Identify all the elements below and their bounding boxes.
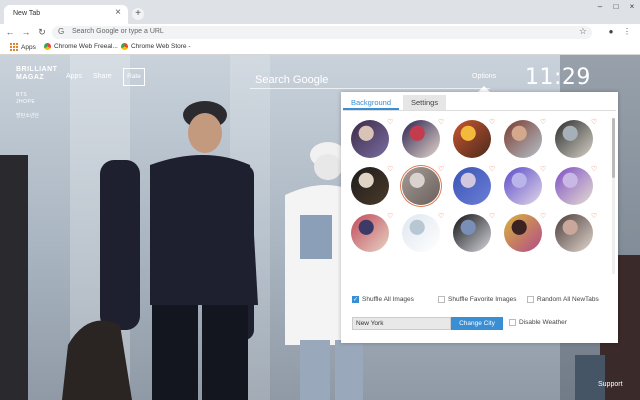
background-thumbnail[interactable]: [402, 214, 440, 252]
background-thumbnail[interactable]: [402, 167, 440, 205]
menu-kebab-icon[interactable]: ⋮: [622, 27, 632, 37]
brand-subtitle: BTS: [16, 92, 28, 98]
background-thumbnail[interactable]: [351, 214, 389, 252]
background-thumbnail[interactable]: [555, 120, 593, 158]
brand-subtitle-2: JHOPE: [16, 99, 36, 105]
close-window-icon[interactable]: ×: [624, 0, 640, 14]
favorite-heart-icon[interactable]: ♡: [489, 165, 495, 173]
brand-korean-text: 방탄소년단: [16, 113, 40, 119]
tab-settings[interactable]: Settings: [403, 95, 447, 110]
options-panel: Background Settings ♡ ♡ ♡ ♡ ♡ ♡ ♡ ♡ ♡ ♡ ♡ ♡ ♡ ♡ ♡ ✓ Sh…: [341, 92, 618, 343]
favorite-heart-icon[interactable]: ♡: [387, 165, 393, 173]
favorite-heart-icon[interactable]: ♡: [489, 118, 495, 126]
chrome-web-store-icon: [44, 43, 51, 50]
search-placeholder: Search Google: [255, 74, 329, 86]
apps-link[interactable]: Apps: [66, 73, 82, 80]
back-arrow-icon[interactable]: ←: [4, 26, 16, 38]
background-thumbnail[interactable]: [351, 167, 389, 205]
shuffle-favorite-option[interactable]: Shuffle Favorite Images: [438, 296, 517, 303]
rate-button[interactable]: Rate: [123, 68, 145, 86]
tab-background[interactable]: Background: [343, 95, 400, 110]
address-bar-placeholder: Search Google or type a URL: [72, 28, 164, 35]
favorite-heart-icon[interactable]: ♡: [387, 212, 393, 220]
checkbox-label: Shuffle All Images: [362, 296, 414, 303]
disable-weather-checkbox[interactable]: [509, 319, 516, 326]
favorite-heart-icon[interactable]: ♡: [591, 212, 597, 220]
new-tab-page: BRILLIANT MAGAZ BTS JHOPE 방탄소년단 Apps Sha…: [0, 55, 640, 400]
favorite-heart-icon[interactable]: ♡: [438, 212, 444, 220]
background-thumbnail[interactable]: [504, 167, 542, 205]
background-thumbnail[interactable]: [453, 120, 491, 158]
change-city-button[interactable]: Change City: [451, 317, 503, 330]
bookmark-chrome-web-store[interactable]: Chrome Web Store -: [121, 43, 190, 50]
favorite-heart-icon[interactable]: ♡: [540, 118, 546, 126]
shuffle-all-option[interactable]: ✓ Shuffle All Images: [352, 296, 414, 303]
background-thumbnail[interactable]: [504, 214, 542, 252]
random-newtabs-option[interactable]: Random All NewTabs: [527, 296, 599, 303]
window-controls: – □ ×: [592, 0, 640, 14]
brand-logo: BRILLIANT MAGAZ: [16, 66, 58, 81]
background-thumbnail[interactable]: [402, 120, 440, 158]
options-link[interactable]: Options: [472, 73, 496, 80]
background-thumbnail[interactable]: [351, 120, 389, 158]
profile-avatar-icon[interactable]: ●: [606, 27, 616, 37]
scrollbar-thumb[interactable]: [612, 118, 615, 178]
background-thumbnail[interactable]: [453, 214, 491, 252]
random-newtabs-checkbox[interactable]: [527, 296, 534, 303]
apps-grid-icon: [10, 43, 18, 51]
background-thumbnail[interactable]: [555, 214, 593, 252]
tab-close-icon[interactable]: ×: [115, 8, 121, 18]
favorite-heart-icon[interactable]: ♡: [591, 118, 597, 126]
favorite-heart-icon[interactable]: ♡: [591, 165, 597, 173]
bookmark-star-icon[interactable]: ☆: [579, 26, 587, 37]
city-input[interactable]: New York: [352, 317, 451, 330]
maximize-icon[interactable]: □: [608, 0, 624, 14]
browser-toolbar: ← → ↻ G Search Google or type a URL ☆ ● …: [0, 24, 640, 41]
shuffle-all-checkbox[interactable]: ✓: [352, 296, 359, 303]
background-thumbnail[interactable]: [453, 167, 491, 205]
forward-arrow-icon[interactable]: →: [20, 26, 32, 38]
favorite-heart-icon[interactable]: ♡: [438, 118, 444, 126]
checkbox-label: Disable Weather: [519, 319, 567, 326]
background-thumbnail[interactable]: [555, 167, 593, 205]
bookmark-label: Chrome Web Freeal...: [54, 43, 118, 50]
bookmark-label: Chrome Web Store -: [131, 43, 191, 50]
address-bar[interactable]: G Search Google or type a URL ☆: [52, 26, 592, 39]
disable-weather-option[interactable]: Disable Weather: [509, 319, 567, 326]
favorite-heart-icon[interactable]: ♡: [438, 165, 444, 173]
favorite-heart-icon[interactable]: ♡: [540, 165, 546, 173]
checkbox-label: Shuffle Favorite Images: [448, 296, 517, 303]
background-thumbnail[interactable]: [504, 120, 542, 158]
shuffle-favorite-checkbox[interactable]: [438, 296, 445, 303]
chrome-web-store-icon: [121, 43, 128, 50]
bookmarks-bar: Apps Chrome Web Freeal... Chrome Web Sto…: [0, 41, 640, 55]
favorite-heart-icon[interactable]: ♡: [540, 212, 546, 220]
browser-title-bar: New Tab × + – □ ×: [0, 0, 640, 24]
share-link[interactable]: Share: [93, 73, 112, 80]
clock: 11:29: [525, 65, 591, 90]
browser-tab[interactable]: New Tab ×: [4, 5, 128, 24]
checkbox-label: Random All NewTabs: [537, 296, 599, 303]
bookmark-apps[interactable]: Apps: [10, 43, 36, 51]
bookmark-chrome-web-freeal[interactable]: Chrome Web Freeal...: [44, 43, 118, 50]
favorite-heart-icon[interactable]: ♡: [489, 212, 495, 220]
minimize-icon[interactable]: –: [592, 0, 608, 14]
tab-title: New Tab: [13, 10, 41, 17]
bookmark-label: Apps: [21, 43, 36, 51]
google-g-icon: G: [58, 27, 65, 36]
google-search-input[interactable]: Search Google: [250, 69, 490, 89]
new-tab-button[interactable]: +: [132, 8, 144, 20]
tab-divider: [343, 110, 616, 111]
reload-icon[interactable]: ↻: [36, 26, 48, 38]
support-link[interactable]: Support: [598, 381, 623, 388]
favorite-heart-icon[interactable]: ♡: [387, 118, 393, 126]
